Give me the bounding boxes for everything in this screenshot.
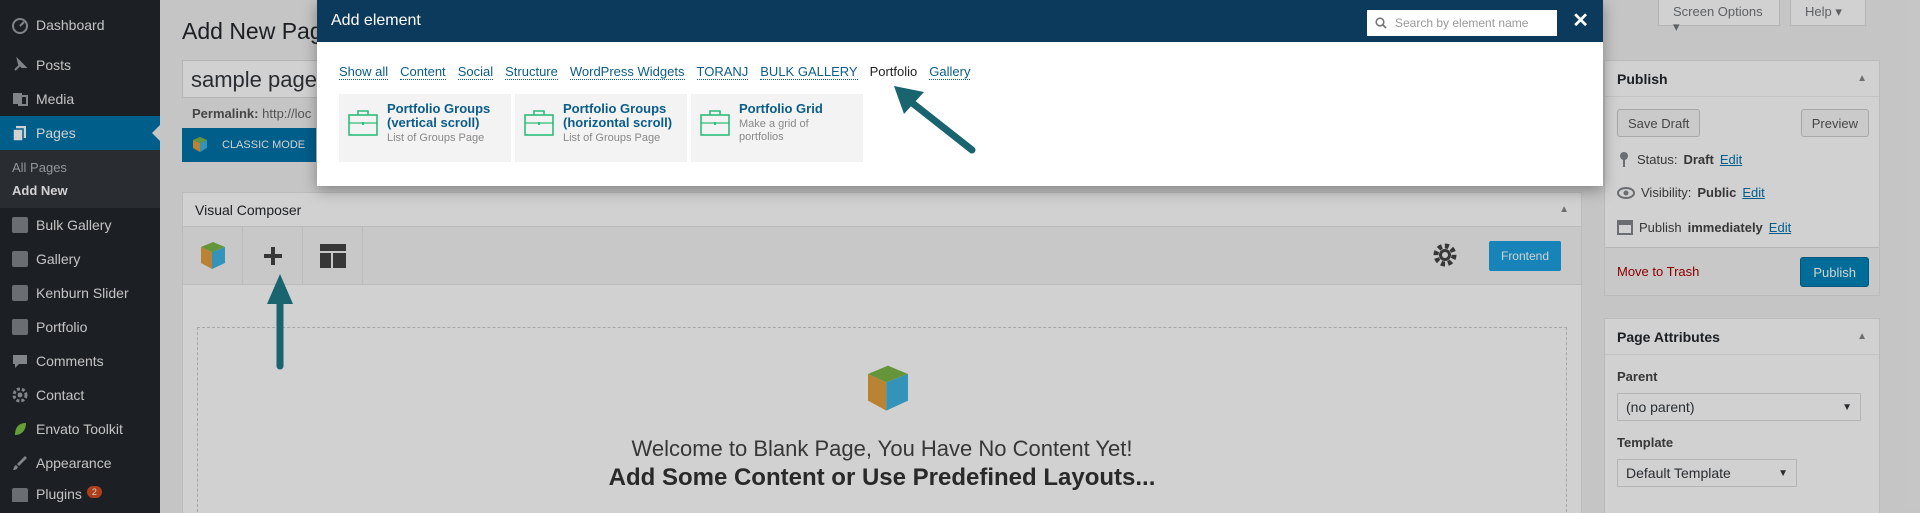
tab-gallery[interactable]: Gallery (929, 64, 971, 80)
tab-social[interactable]: Social (457, 64, 494, 80)
element-card-portfolio-groups-vertical[interactable]: Portfolio Groups (vertical scroll) List … (339, 94, 511, 162)
modal-header: Add element ✕ (317, 0, 1603, 42)
element-search (1367, 10, 1557, 36)
tab-show-all[interactable]: Show all (339, 64, 389, 80)
tab-wordpress-widgets[interactable]: WordPress Widgets (569, 64, 685, 80)
element-description: Make a grid of portfolios (739, 118, 809, 143)
briefcase-icon (524, 110, 554, 136)
tutorial-arrow-icon (267, 274, 293, 370)
tab-structure[interactable]: Structure (505, 64, 558, 80)
close-icon[interactable]: ✕ (1572, 8, 1589, 33)
element-card-portfolio-grid[interactable]: Portfolio Grid Make a grid of portfolios (691, 94, 863, 162)
modal-title: Add element (331, 12, 421, 29)
element-title: Portfolio Grid (739, 101, 823, 116)
element-title: Portfolio Groups (horizontal scroll) (563, 101, 673, 130)
tab-toranj[interactable]: TORANJ (696, 64, 749, 80)
element-category-tabs: Show all Content Social Structure WordPr… (339, 64, 971, 80)
element-card-portfolio-groups-horizontal[interactable]: Portfolio Groups (horizontal scroll) Lis… (515, 94, 687, 162)
briefcase-icon (348, 110, 378, 136)
search-icon (1375, 17, 1387, 29)
element-description: List of Groups Page (563, 132, 661, 144)
briefcase-icon (700, 110, 730, 136)
element-title: Portfolio Groups (vertical scroll) (387, 101, 491, 130)
tab-portfolio[interactable]: Portfolio (870, 64, 918, 80)
element-description: List of Groups Page (387, 132, 485, 144)
element-list: Portfolio Groups (vertical scroll) List … (339, 94, 863, 162)
tab-content[interactable]: Content (400, 64, 446, 80)
tab-bulk-gallery[interactable]: BULK GALLERY (760, 64, 858, 80)
tutorial-arrow-icon (894, 86, 976, 154)
element-search-input[interactable] (1395, 16, 1545, 30)
